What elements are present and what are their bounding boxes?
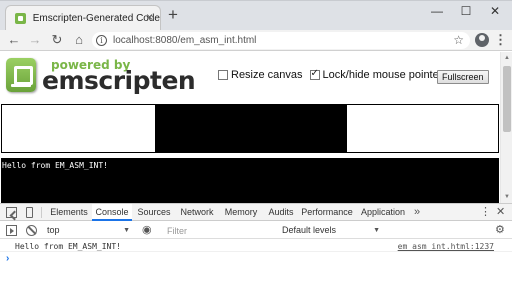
lock-pointer-label: Lock/hide mouse pointer xyxy=(322,69,443,81)
console-prompt-chevron-icon[interactable]: › xyxy=(6,253,9,265)
emscripten-badge-icon xyxy=(6,58,36,92)
context-value: top xyxy=(47,225,60,235)
lock-pointer-checkbox[interactable] xyxy=(309,68,320,80)
console-sidebar-icon[interactable] xyxy=(6,225,17,236)
tab-network[interactable]: Network xyxy=(176,204,218,221)
browser-toolbar: ← → ↻ ⌂ i localhost:8080/em_asm_int.html… xyxy=(0,30,512,51)
more-tabs-icon[interactable]: » xyxy=(414,205,420,219)
clear-console-icon[interactable] xyxy=(26,225,37,236)
tab-strip: Emscripten-Generated Code × + — ☐ ✕ xyxy=(0,0,512,31)
tab-close-icon[interactable]: × xyxy=(146,11,153,23)
console-toolbar: top ▼ ◉ Filter Default levels ▼ ⚙ xyxy=(0,222,512,239)
tab-memory[interactable]: Memory xyxy=(220,204,262,221)
forward-arrow-icon[interactable]: → xyxy=(27,32,43,48)
minimize-icon[interactable]: — xyxy=(427,3,447,19)
filter-input[interactable]: Filter xyxy=(162,224,268,237)
resize-canvas-label: Resize canvas xyxy=(231,69,303,81)
bookmark-star-icon[interactable]: ☆ xyxy=(453,33,464,47)
context-caret-icon: ▼ xyxy=(123,227,130,234)
scroll-up-icon[interactable]: ▲ xyxy=(501,52,512,64)
address-bar[interactable]: i localhost:8080/em_asm_int.html ☆ xyxy=(92,32,470,49)
canvas-controls: Resize canvas Lock/hide mouse pointer xyxy=(218,68,449,81)
devtools-menu-icon[interactable]: ⋮ xyxy=(480,205,491,219)
device-toolbar-icon[interactable] xyxy=(26,207,33,218)
resize-canvas-checkbox[interactable] xyxy=(218,70,228,80)
levels-caret-icon: ▼ xyxy=(373,227,380,234)
console-message: Hello from EM_ASM_INT! em_asm_int.html:1… xyxy=(0,240,512,252)
canvas-render-area xyxy=(155,105,347,152)
tab-application[interactable]: Application xyxy=(358,204,408,221)
window-close-icon[interactable]: ✕ xyxy=(485,3,505,19)
output-console: Hello from EM_ASM_INT! xyxy=(1,158,499,203)
browser-menu-icon[interactable]: ⋮ xyxy=(494,32,507,48)
tab-console[interactable]: Console xyxy=(92,204,132,221)
scrollbar-thumb[interactable] xyxy=(503,66,511,132)
page-viewport: powered by emscripten Resize canvas Lock… xyxy=(0,52,500,203)
address-url[interactable]: localhost:8080/em_asm_int.html xyxy=(113,35,256,46)
output-line: Hello from EM_ASM_INT! xyxy=(2,161,108,170)
scroll-down-icon[interactable]: ▼ xyxy=(501,191,512,203)
reload-icon[interactable]: ↻ xyxy=(49,32,65,48)
context-selector[interactable]: top ▼ xyxy=(47,224,133,237)
browser-tab[interactable]: Emscripten-Generated Code × xyxy=(5,5,161,31)
tab-elements[interactable]: Elements xyxy=(47,204,91,221)
tab-performance[interactable]: Performance xyxy=(301,204,353,221)
logo-name: emscripten xyxy=(42,66,196,95)
console-settings-gear-icon[interactable]: ⚙ xyxy=(495,224,505,236)
info-icon[interactable]: i xyxy=(96,35,107,46)
emscripten-logo: powered by emscripten xyxy=(4,55,196,95)
tab-sources[interactable]: Sources xyxy=(134,204,174,221)
tab-title: Emscripten-Generated Code xyxy=(32,13,160,24)
devtools-tabbar: Elements Console Sources Network Memory … xyxy=(0,204,512,221)
maximize-icon[interactable]: ☐ xyxy=(456,3,476,19)
emscripten-canvas[interactable] xyxy=(1,104,499,153)
console-message-source-link[interactable]: em_asm_int.html:1237 xyxy=(398,242,494,251)
log-levels-value: Default levels xyxy=(282,225,337,235)
new-tab-button[interactable]: + xyxy=(168,6,178,23)
toolbar-divider xyxy=(41,207,42,218)
back-arrow-icon[interactable]: ← xyxy=(6,32,22,48)
emscripten-favicon-icon xyxy=(15,13,26,24)
live-expression-eye-icon[interactable]: ◉ xyxy=(142,224,152,236)
console-message-text: Hello from EM_ASM_INT! xyxy=(15,242,121,251)
devtools-close-icon[interactable]: ✕ xyxy=(496,205,505,219)
home-icon[interactable]: ⌂ xyxy=(71,32,87,48)
profile-avatar-icon[interactable] xyxy=(475,33,489,47)
tab-audits[interactable]: Audits xyxy=(264,204,298,221)
page-scrollbar[interactable]: ▲ ▼ xyxy=(500,52,512,203)
fullscreen-button[interactable]: Fullscreen xyxy=(437,70,489,84)
inspect-element-icon[interactable] xyxy=(6,207,17,218)
devtools-panel: Elements Console Sources Network Memory … xyxy=(0,203,512,282)
log-levels-dropdown[interactable]: Default levels ▼ xyxy=(282,224,380,237)
